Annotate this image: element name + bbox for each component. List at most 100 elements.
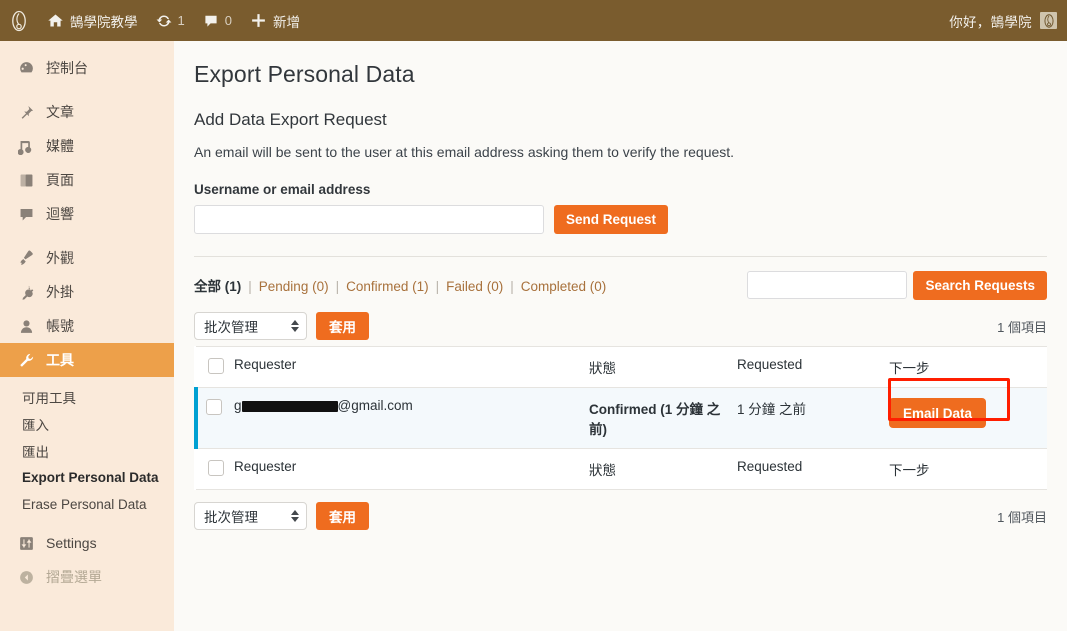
sidebar-item-comments[interactable]: 迴響 [0, 197, 174, 231]
filter-divider: | [248, 279, 252, 294]
filter-count: (0) [589, 279, 607, 294]
filter-label: 全部 [194, 279, 221, 294]
new-content-label: 新增 [272, 14, 300, 30]
email-prefix: g [234, 398, 242, 413]
filter-label: Completed [520, 279, 587, 294]
updates-button[interactable]: 1 [147, 0, 194, 41]
sidebar-item-label: 帳號 [46, 318, 74, 334]
filter-divider: | [435, 279, 440, 294]
bulk-actions-value: 批次管理 [204, 320, 258, 335]
filter-label: Confirmed [346, 279, 409, 294]
sidebar-item-label: Settings [46, 535, 97, 551]
status-filter-links: 全部 (1) | Pending (0) | Confirmed (1) | F… [194, 275, 606, 295]
submenu-item-export[interactable]: 匯出 [0, 437, 174, 464]
avatar-icon [1040, 12, 1057, 29]
sidebar-item-users[interactable]: 帳號 [0, 309, 174, 343]
column-header-requested[interactable]: Requested [737, 347, 889, 388]
sidebar-item-appearance[interactable]: 外觀 [0, 241, 174, 275]
export-requests-table: Requester 狀態 Requested 下一步 g @gmail.com [194, 346, 1047, 490]
comment-bubble-icon [203, 13, 219, 29]
column-header-requester[interactable]: Requester [234, 347, 589, 388]
search-requests-button[interactable]: Search Requests [913, 270, 1047, 300]
sidebar-item-dashboard[interactable]: 控制台 [0, 51, 174, 85]
submenu-item-label: 匯入 [22, 417, 49, 433]
filter-link-confirmed[interactable]: Confirmed (1) [346, 279, 429, 294]
collapse-menu-button[interactable]: 摺疊選單 [0, 560, 174, 594]
dashboard-icon [16, 58, 36, 78]
collapse-arrow-icon [16, 567, 36, 587]
column-footer-requested[interactable]: Requested [737, 449, 889, 490]
send-request-button[interactable]: Send Request [554, 205, 669, 234]
tablenav-bottom: 批次管理 套用 1 個項目 [194, 500, 1047, 532]
email-suffix: @gmail.com [337, 398, 413, 413]
submenu-item-erase-personal-data[interactable]: Erase Personal Data [0, 491, 174, 518]
items-count-bottom: 1 個項目 [997, 509, 1047, 525]
section-title: Add Data Export Request [194, 110, 387, 129]
filter-divider: | [510, 279, 514, 294]
select-all-checkbox-bottom[interactable] [208, 460, 224, 476]
filter-link-completed[interactable]: Completed (0) [521, 279, 607, 294]
status-cell: Confirmed (1 分鐘 之前) [589, 402, 721, 437]
plugin-plug-icon [16, 282, 36, 302]
updates-icon [156, 13, 172, 29]
email-redaction-bar [241, 401, 338, 412]
comments-button[interactable]: 0 [194, 0, 241, 41]
media-icon [16, 136, 36, 156]
table-row: g @gmail.com Confirmed (1 分鐘 之前) 1 分鐘 之前… [194, 387, 1047, 449]
sidebar-item-label: 工具 [46, 352, 74, 368]
column-footer-next-step[interactable]: 下一步 [889, 449, 1047, 490]
admin-sidebar: 控制台 文章 媒體 頁面 迴響 外觀 外掛 帳號 工具 可用工具 匯入 匯出 E… [0, 41, 174, 631]
submenu-item-import[interactable]: 匯入 [0, 410, 174, 437]
sidebar-item-posts[interactable]: 文章 [0, 95, 174, 129]
requested-cell: 1 分鐘 之前 [737, 402, 807, 417]
requester-cell: g @gmail.com [234, 388, 589, 449]
submenu-item-available-tools[interactable]: 可用工具 [0, 383, 174, 410]
column-footer-requester[interactable]: Requester [234, 449, 589, 490]
row-checkbox[interactable] [206, 399, 222, 415]
select-all-checkbox-top[interactable] [208, 358, 224, 374]
filter-link-failed[interactable]: Failed (0) [446, 279, 503, 294]
sidebar-item-plugins[interactable]: 外掛 [0, 275, 174, 309]
username-or-email-input[interactable] [194, 205, 544, 234]
site-name-label: 鵠學院教學 [70, 14, 138, 30]
filter-count: (0) [486, 279, 504, 294]
email-data-button[interactable]: Email Data [889, 398, 987, 428]
search-input[interactable] [747, 271, 908, 299]
apply-button-bottom[interactable]: 套用 [316, 502, 369, 530]
column-header-next-step[interactable]: 下一步 [889, 347, 1047, 388]
submenu-item-export-personal-data[interactable]: Export Personal Data [0, 464, 174, 491]
site-name-button[interactable]: 鵠學院教學 [38, 0, 147, 41]
username-field-label: Username or email address [194, 182, 371, 197]
tablenav-top: 批次管理 套用 1 個項目 [194, 310, 1047, 342]
bulk-actions-select-top[interactable]: 批次管理 [194, 312, 307, 340]
new-content-button[interactable]: 新增 [241, 0, 309, 41]
select-all-footer [196, 449, 234, 490]
sidebar-item-label: 迴響 [46, 206, 74, 222]
pin-icon [16, 102, 36, 122]
settings-sliders-icon [16, 533, 36, 553]
sidebar-item-pages[interactable]: 頁面 [0, 163, 174, 197]
apply-button-top[interactable]: 套用 [316, 312, 369, 340]
sidebar-item-label: 控制台 [46, 60, 88, 76]
sidebar-item-label: 外觀 [46, 250, 74, 266]
filter-label: Pending [258, 279, 309, 294]
filter-link-pending[interactable]: Pending (0) [259, 279, 329, 294]
sidebar-item-media[interactable]: 媒體 [0, 129, 174, 163]
filter-bar: 全部 (1) | Pending (0) | Confirmed (1) | F… [194, 270, 1047, 300]
sidebar-item-tools[interactable]: 工具 [0, 343, 174, 377]
bulk-actions-value: 批次管理 [204, 510, 258, 525]
stepper-arrows-icon [291, 320, 299, 332]
comments-count: 0 [224, 13, 232, 28]
column-footer-status[interactable]: 狀態 [589, 449, 737, 490]
bulk-actions-select-bottom[interactable]: 批次管理 [194, 502, 307, 530]
plus-icon [250, 12, 267, 29]
home-icon [47, 12, 64, 29]
howdy-label: 你好，鵠學院 [949, 14, 1032, 30]
my-account-button[interactable]: 你好，鵠學院 [949, 11, 1067, 31]
sidebar-item-settings[interactable]: Settings [0, 526, 174, 560]
site-logo-button[interactable] [0, 0, 38, 41]
users-icon [16, 316, 36, 336]
column-header-status[interactable]: 狀態 [589, 347, 737, 388]
sidebar-item-label: 頁面 [46, 172, 74, 188]
filter-link-all[interactable]: 全部 (1) [194, 275, 241, 295]
